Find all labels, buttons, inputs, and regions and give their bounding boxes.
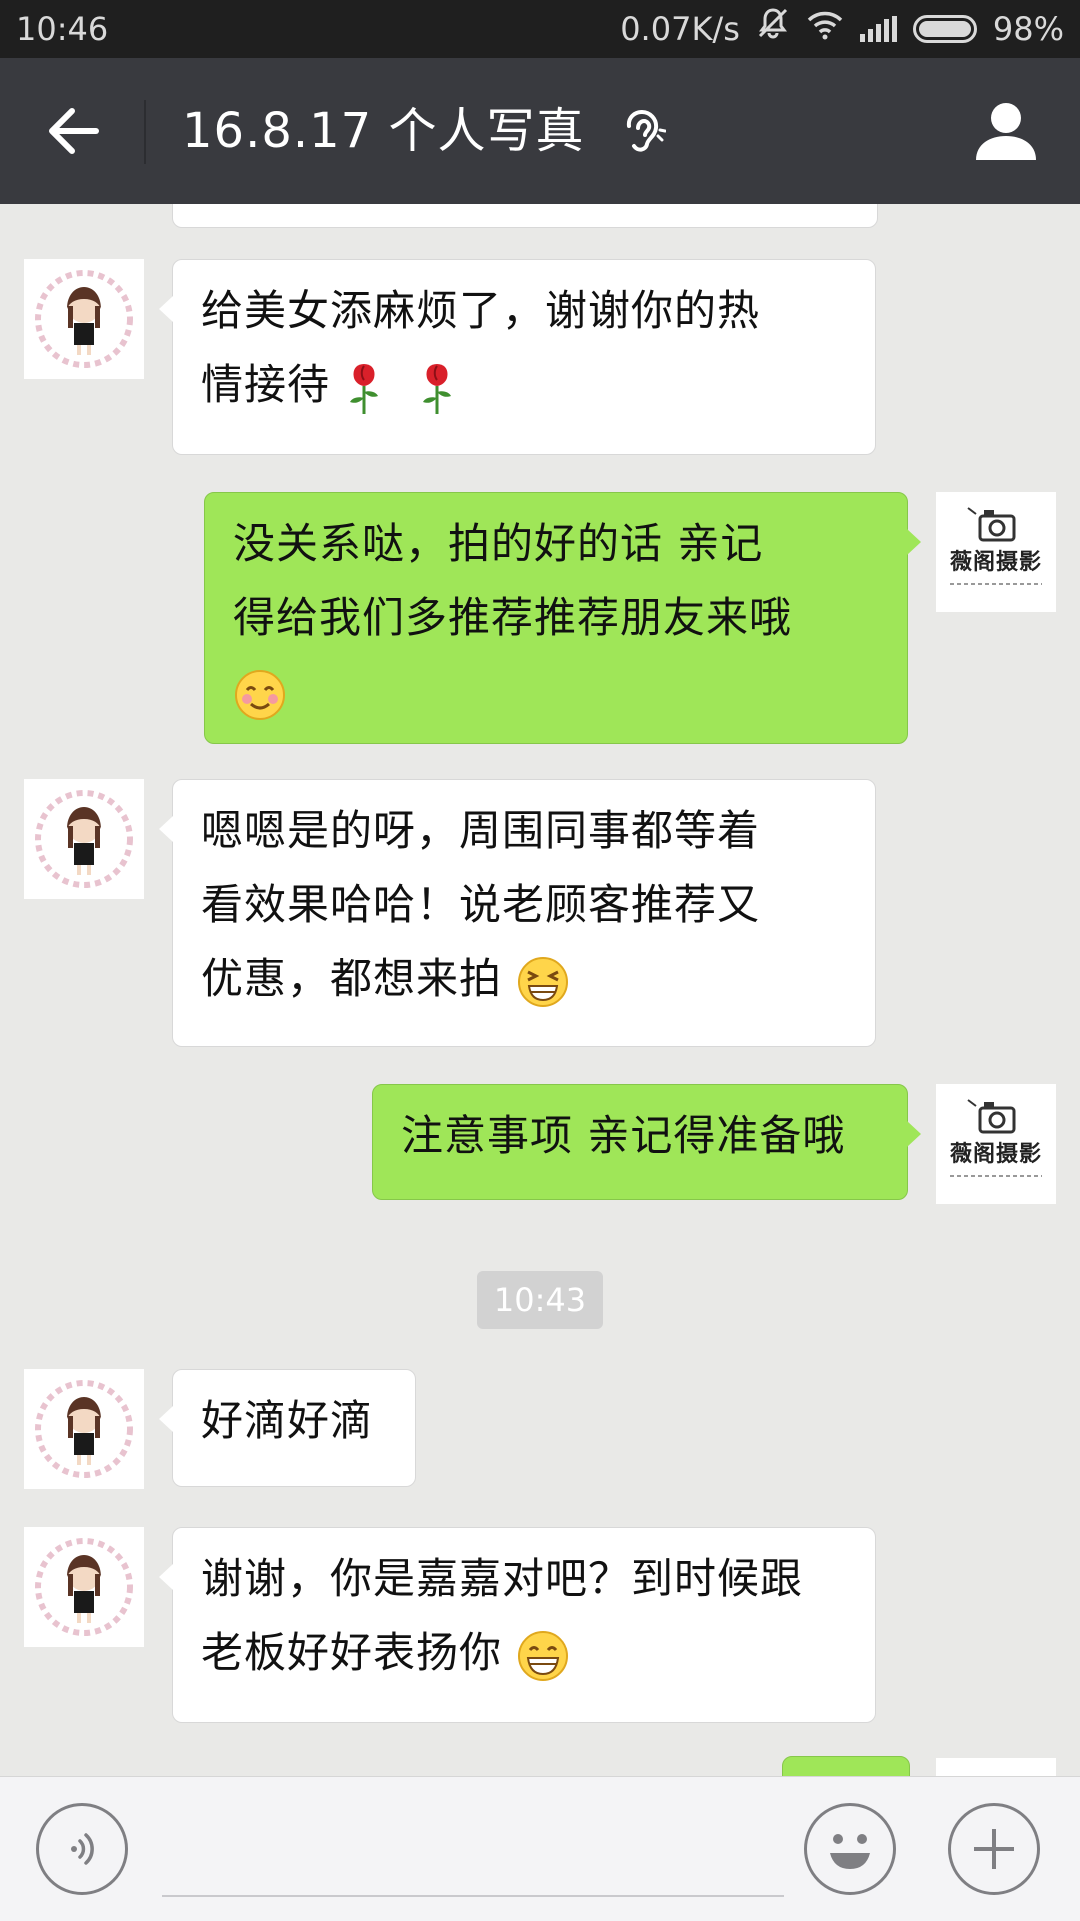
message-text-line: 没关系哒，拍的好的话 亲记	[233, 519, 764, 568]
emoji-icon	[830, 1834, 870, 1869]
back-button[interactable]	[36, 96, 112, 166]
message-text-line: 注意事项 亲记得准备哦	[401, 1111, 846, 1160]
earpiece-mode-icon	[622, 106, 667, 160]
signal-icon	[859, 16, 897, 42]
header-divider	[144, 100, 146, 164]
girl-avatar-icon	[35, 1380, 133, 1478]
rose-icon	[422, 363, 451, 414]
back-arrow-icon	[49, 108, 99, 154]
mute-icon	[756, 0, 790, 58]
message-text-line: 得给我们多推荐推荐朋友来哦	[233, 593, 793, 642]
chat-info-button[interactable]	[968, 98, 1044, 168]
grin-squint-icon	[518, 956, 569, 1007]
chat-header: 16.8.17 个人写真	[0, 58, 1080, 204]
message-bubble-incoming[interactable]: 好滴好滴	[159, 1369, 416, 1487]
partial-message-bubble	[782, 1756, 910, 1776]
battery-percent: 98%	[992, 10, 1064, 48]
own-avatar[interactable]: 薇阁摄影	[936, 1084, 1056, 1204]
big-grin-icon	[518, 1630, 569, 1681]
message-list[interactable]: 给美女添麻烦了，谢谢你的热 情接待 没关系哒，拍的好的话 亲记 得给我们多推荐推…	[0, 204, 1080, 1776]
person-icon	[976, 103, 1036, 160]
message-timestamp: 10:43	[477, 1271, 603, 1329]
partial-message-bubble	[172, 204, 878, 228]
status-right: 0.07K/s 98%	[620, 0, 1064, 58]
message-text-line: 嗯嗯是的呀，周围同事都等着	[201, 806, 761, 855]
message-bubble-outgoing[interactable]: 注意事项 亲记得准备哦	[372, 1084, 921, 1200]
more-button[interactable]	[948, 1803, 1040, 1895]
message-bubble-incoming[interactable]: 谢谢，你是嘉嘉对吧？到时候跟 老板好好表扬你	[159, 1527, 876, 1723]
own-avatar[interactable]: 薇阁摄影	[936, 492, 1056, 612]
message-text-line: 优惠，都想来拍	[201, 954, 503, 1003]
message-bubble-incoming[interactable]: 给美女添麻烦了，谢谢你的热 情接待	[159, 259, 876, 455]
status-time: 10:46	[16, 10, 109, 48]
plus-icon	[974, 1829, 1014, 1869]
status-bar: 10:46 0.07K/s 98%	[0, 0, 1080, 58]
message-bubble-outgoing[interactable]: 没关系哒，拍的好的话 亲记 得给我们多推荐推荐朋友来哦	[204, 492, 921, 744]
message-text-line: 老板好好表扬你	[201, 1628, 503, 1677]
message-text-line: 看效果哈哈！说老顾客推荐又	[201, 880, 761, 929]
message-text-line: 情接待	[201, 360, 331, 409]
message-text-line: 给美女添麻烦了，谢谢你的热	[201, 286, 761, 335]
input-bar	[0, 1776, 1080, 1921]
contact-avatar[interactable]	[24, 259, 144, 379]
battery-icon	[912, 15, 977, 43]
partial-own-avatar	[936, 1758, 1056, 1776]
message-bubble-incoming[interactable]: 嗯嗯是的呀，周围同事都等着 看效果哈哈！说老顾客推荐又 优惠，都想来拍	[159, 779, 876, 1047]
contact-avatar[interactable]	[24, 1369, 144, 1489]
girl-avatar-icon	[35, 790, 133, 888]
wifi-icon	[806, 0, 844, 58]
contact-avatar[interactable]	[24, 1527, 144, 1647]
emoji-button[interactable]	[804, 1803, 896, 1895]
studio-logo-text: 薇阁摄影	[949, 550, 1042, 575]
girl-avatar-icon	[35, 270, 133, 368]
voice-button[interactable]	[36, 1803, 128, 1895]
chat-title: 16.8.17 个人写真	[182, 103, 585, 159]
rose-icon	[350, 363, 379, 414]
girl-avatar-icon	[35, 1538, 133, 1636]
message-text-line: 谢谢，你是嘉嘉对吧？到时候跟	[201, 1554, 804, 1603]
smile-blush-icon	[235, 669, 285, 720]
message-text-line: 好滴好滴	[201, 1396, 374, 1445]
contact-avatar[interactable]	[24, 779, 144, 899]
studio-logo-text: 薇阁摄影	[949, 1142, 1042, 1167]
message-input[interactable]	[162, 1797, 784, 1897]
network-speed: 0.07K/s	[620, 10, 740, 48]
voice-icon	[71, 1833, 94, 1865]
